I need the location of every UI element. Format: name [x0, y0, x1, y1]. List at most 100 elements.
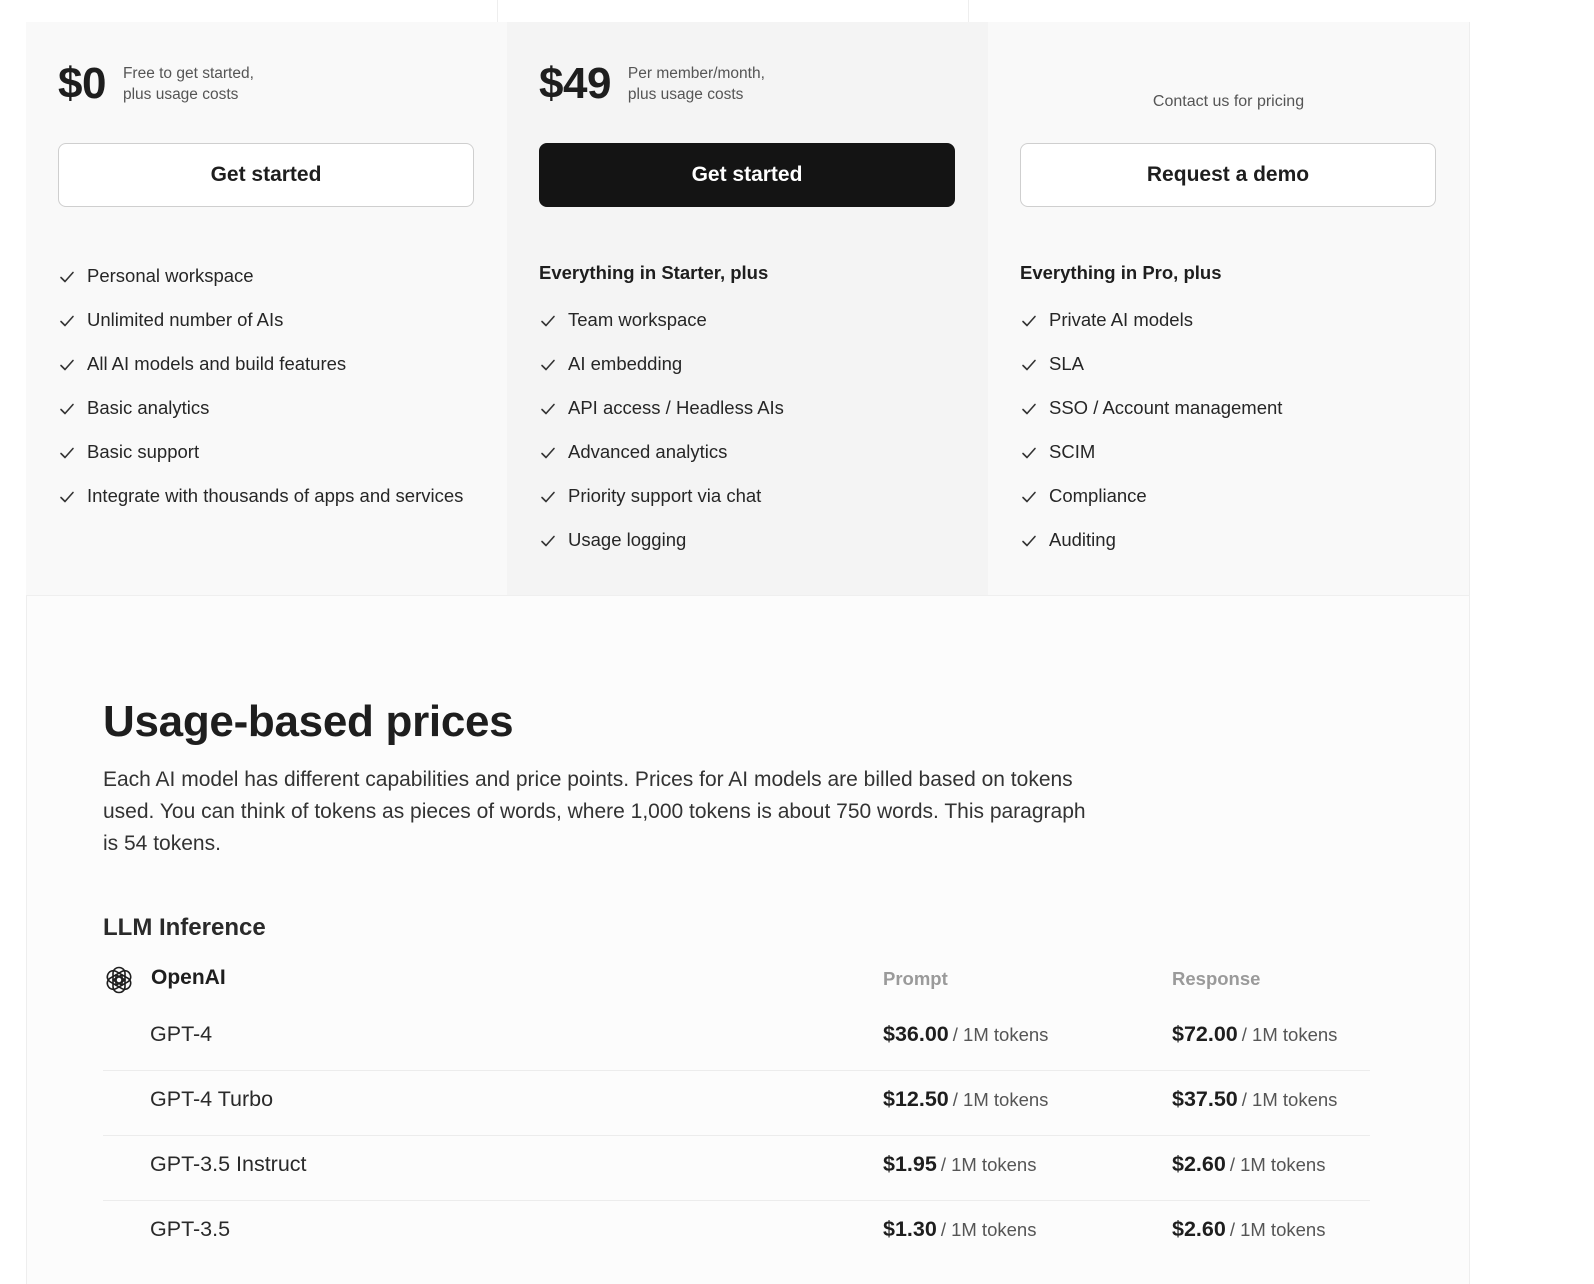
feature-label: All AI models and build features: [87, 353, 347, 374]
plan-price: $49: [539, 59, 611, 108]
feature-label: Integrate with thousands of apps and ser…: [87, 485, 464, 506]
check-icon: [1022, 315, 1036, 327]
model-name: GPT-4: [150, 1022, 213, 1046]
feature-list: Personal workspace Unlimited number of A…: [58, 262, 468, 526]
model-name: GPT-3.5: [150, 1217, 231, 1241]
feature-item: Usage logging: [539, 526, 949, 554]
price-note-line: plus usage costs: [627, 86, 744, 103]
feature-item: Unlimited number of AIs: [58, 306, 468, 334]
response-price: $72.00/ 1M tokens: [1172, 1022, 1337, 1047]
feature-label: Usage logging: [568, 529, 687, 550]
feature-item: Team workspace: [539, 306, 949, 334]
response-price: $37.50/ 1M tokens: [1172, 1087, 1337, 1112]
feature-item: Basic support: [58, 438, 468, 466]
price-value: $1.95: [883, 1152, 937, 1176]
check-icon: [541, 315, 555, 327]
feature-label: Unlimited number of AIs: [87, 309, 284, 330]
feature-item: Private AI models: [1020, 306, 1430, 334]
feature-label: Advanced analytics: [568, 441, 728, 462]
check-icon: [60, 271, 74, 283]
get-started-button[interactable]: Get started: [58, 143, 474, 207]
check-icon: [60, 403, 74, 415]
price-note-line: Free to get started,: [122, 65, 254, 82]
price-unit: / 1M tokens: [1241, 1089, 1338, 1110]
features-heading: Everything in Pro, plus: [1020, 262, 1222, 283]
check-icon: [541, 447, 555, 459]
table-row: GPT-4 Turbo $12.50/ 1M tokens $37.50/ 1M…: [103, 1071, 1370, 1136]
check-icon: [1022, 535, 1036, 547]
section-heading: LLM Inference: [103, 914, 266, 941]
price-unit: / 1M tokens: [952, 1089, 1049, 1110]
price-value: $2.60: [1172, 1217, 1226, 1241]
price-value: $72.00: [1172, 1022, 1238, 1046]
price-value: $1.30: [883, 1217, 937, 1241]
feature-item: API access / Headless AIs: [539, 394, 949, 422]
check-icon: [541, 359, 555, 371]
feature-label: Personal workspace: [87, 265, 254, 286]
feature-item: Advanced analytics: [539, 438, 949, 466]
plan-enterprise: Contact us for pricing Request a demo Ev…: [988, 22, 1469, 595]
price-unit: / 1M tokens: [1229, 1219, 1326, 1240]
check-icon: [1022, 447, 1036, 459]
feature-label: SCIM: [1049, 441, 1096, 462]
top-strip: [26, 0, 1470, 22]
feature-label: Basic analytics: [87, 397, 210, 418]
prompt-price: $1.30/ 1M tokens: [883, 1217, 1036, 1242]
price-unit: / 1M tokens: [1229, 1154, 1326, 1175]
feature-item: SLA: [1020, 350, 1430, 378]
get-started-button[interactable]: Get started: [539, 143, 955, 207]
feature-label: Basic support: [87, 441, 200, 462]
price-value: $36.00: [883, 1022, 949, 1046]
feature-label: Team workspace: [568, 309, 707, 330]
contact-pricing-text: Contact us for pricing: [1152, 93, 1305, 110]
plan-price-note: Free to get started, plus usage costs: [123, 63, 254, 105]
model-name: GPT-3.5 Instruct: [150, 1152, 307, 1176]
check-icon: [60, 359, 74, 371]
request-demo-button[interactable]: Request a demo: [1020, 143, 1436, 207]
plan-price-row: $0 Free to get started, plus usage costs: [58, 59, 254, 108]
pricing-plans: $0 Free to get started, plus usage costs…: [26, 22, 1470, 596]
response-price: $2.60/ 1M tokens: [1172, 1217, 1325, 1242]
feature-label: SLA: [1049, 353, 1084, 374]
feature-item: Priority support via chat: [539, 482, 949, 510]
check-icon: [1022, 491, 1036, 503]
feature-list: Everything in Starter, plus Team workspa…: [539, 262, 949, 570]
feature-item: Compliance: [1020, 482, 1430, 510]
usage-section: Usage-based prices Each AI model has dif…: [103, 690, 1403, 1266]
table-row: GPT-4 $36.00/ 1M tokens $72.00/ 1M token…: [103, 1006, 1370, 1071]
feature-label: SSO / Account management: [1049, 397, 1283, 418]
feature-item: Auditing: [1020, 526, 1430, 554]
feature-label: Priority support via chat: [568, 485, 762, 506]
plan-price-row: $49 Per member/month, plus usage costs: [539, 59, 765, 108]
price-note-line: plus usage costs: [122, 86, 239, 103]
feature-item: SCIM: [1020, 438, 1430, 466]
feature-label: API access / Headless AIs: [568, 397, 784, 418]
feature-label: AI embedding: [568, 353, 683, 374]
feature-item: All AI models and build features: [58, 350, 468, 378]
usage-description: Each AI model has different capabilities…: [103, 768, 1086, 855]
check-icon: [541, 535, 555, 547]
price-value: $2.60: [1172, 1152, 1226, 1176]
feature-item: SSO / Account management: [1020, 394, 1430, 422]
check-icon: [541, 403, 555, 415]
plan-pro: $49 Per member/month, plus usage costs G…: [507, 22, 988, 595]
check-icon: [60, 491, 74, 503]
features-heading: Everything in Starter, plus: [539, 262, 769, 283]
price-note-line: Per member/month,: [627, 65, 765, 82]
check-icon: [1022, 403, 1036, 415]
usage-title: Usage-based prices: [103, 697, 514, 746]
check-icon: [60, 315, 74, 327]
provider-name: OpenAI: [151, 966, 226, 989]
plan-price-note: Per member/month, plus usage costs: [628, 63, 765, 105]
feature-label: Compliance: [1049, 485, 1147, 506]
response-column-header: Response: [1172, 968, 1261, 989]
response-price: $2.60/ 1M tokens: [1172, 1152, 1325, 1177]
price-value: $37.50: [1172, 1087, 1238, 1111]
prompt-price: $36.00/ 1M tokens: [883, 1022, 1048, 1047]
prompt-column-header: Prompt: [883, 968, 948, 989]
openai-logo-icon: [106, 966, 132, 994]
price-unit: / 1M tokens: [1241, 1024, 1338, 1045]
price-unit: / 1M tokens: [952, 1024, 1049, 1045]
feature-item: Personal workspace: [58, 262, 468, 290]
price-unit: / 1M tokens: [940, 1219, 1037, 1240]
